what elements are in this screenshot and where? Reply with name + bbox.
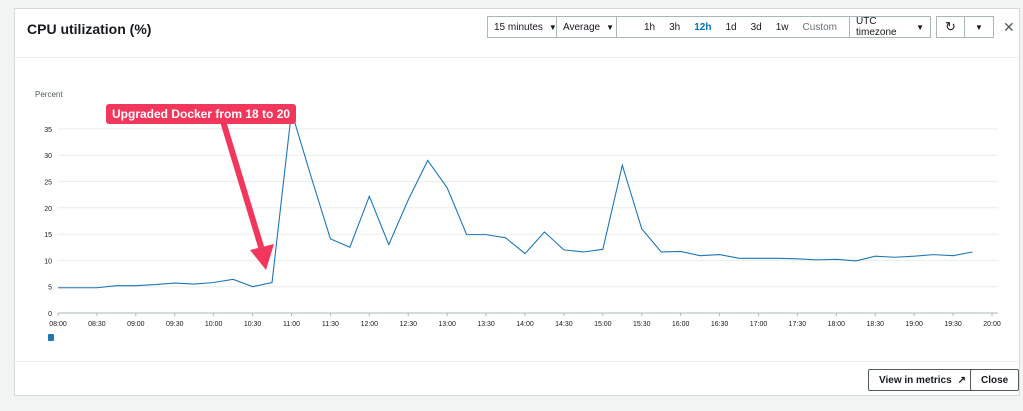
x-tick-label: 13:00 <box>438 321 456 328</box>
x-tick-label: 08:00 <box>49 321 67 328</box>
y-tick-label: 5 <box>48 285 52 292</box>
x-tick-label: 15:00 <box>594 321 612 328</box>
x-tick-label: 16:30 <box>711 321 729 328</box>
cpu-chart: Percent 0 5 10 15 20 25 30 35 08:00 08:30 09:00 09:3… <box>35 90 1001 341</box>
x-tick-label: 19:00 <box>905 321 923 328</box>
y-tick-label: 25 <box>44 180 52 187</box>
x-tick-label: 13:30 <box>477 321 495 328</box>
y-tick-label: 30 <box>44 153 52 160</box>
x-tick-label: 10:30 <box>244 321 262 328</box>
x-tick-label: 15:30 <box>633 321 651 328</box>
annotation-arrow <box>219 117 265 251</box>
series-line <box>58 111 973 289</box>
x-tick-label: 12:00 <box>361 321 379 328</box>
x-tick-label: 17:30 <box>789 321 807 328</box>
y-tick-label: 0 <box>48 311 52 318</box>
annotation-label: Upgraded Docker from 18 to 20 <box>106 104 297 124</box>
x-tick-label: 19:30 <box>944 321 962 328</box>
x-tick-label: 17:00 <box>750 321 768 328</box>
x-tick-label: 12:30 <box>399 321 417 328</box>
x-tick-label: 08:30 <box>88 321 106 328</box>
legend-swatch[interactable] <box>48 334 54 341</box>
x-tick-label: 14:00 <box>516 321 534 328</box>
x-tick-label: 16:00 <box>672 321 690 328</box>
x-tick-label: 09:30 <box>166 321 184 328</box>
x-tick-label: 10:00 <box>205 321 223 328</box>
y-axis-label: Percent <box>35 90 63 99</box>
y-tick-label: 15 <box>44 232 52 239</box>
x-tick-label: 09:00 <box>127 321 145 328</box>
y-tick-label: 10 <box>44 258 52 265</box>
x-tick-label: 18:30 <box>866 321 884 328</box>
x-tick-label: 20:00 <box>983 321 1001 328</box>
x-tick-label: 11:30 <box>322 321 339 328</box>
x-tick-label: 18:00 <box>828 321 846 328</box>
x-tick-label: 11:00 <box>283 321 300 328</box>
x-tick-label: 14:30 <box>555 321 573 328</box>
y-tick-label: 35 <box>44 127 52 134</box>
y-tick-label: 20 <box>44 206 52 213</box>
annotation-arrowhead <box>250 244 274 270</box>
